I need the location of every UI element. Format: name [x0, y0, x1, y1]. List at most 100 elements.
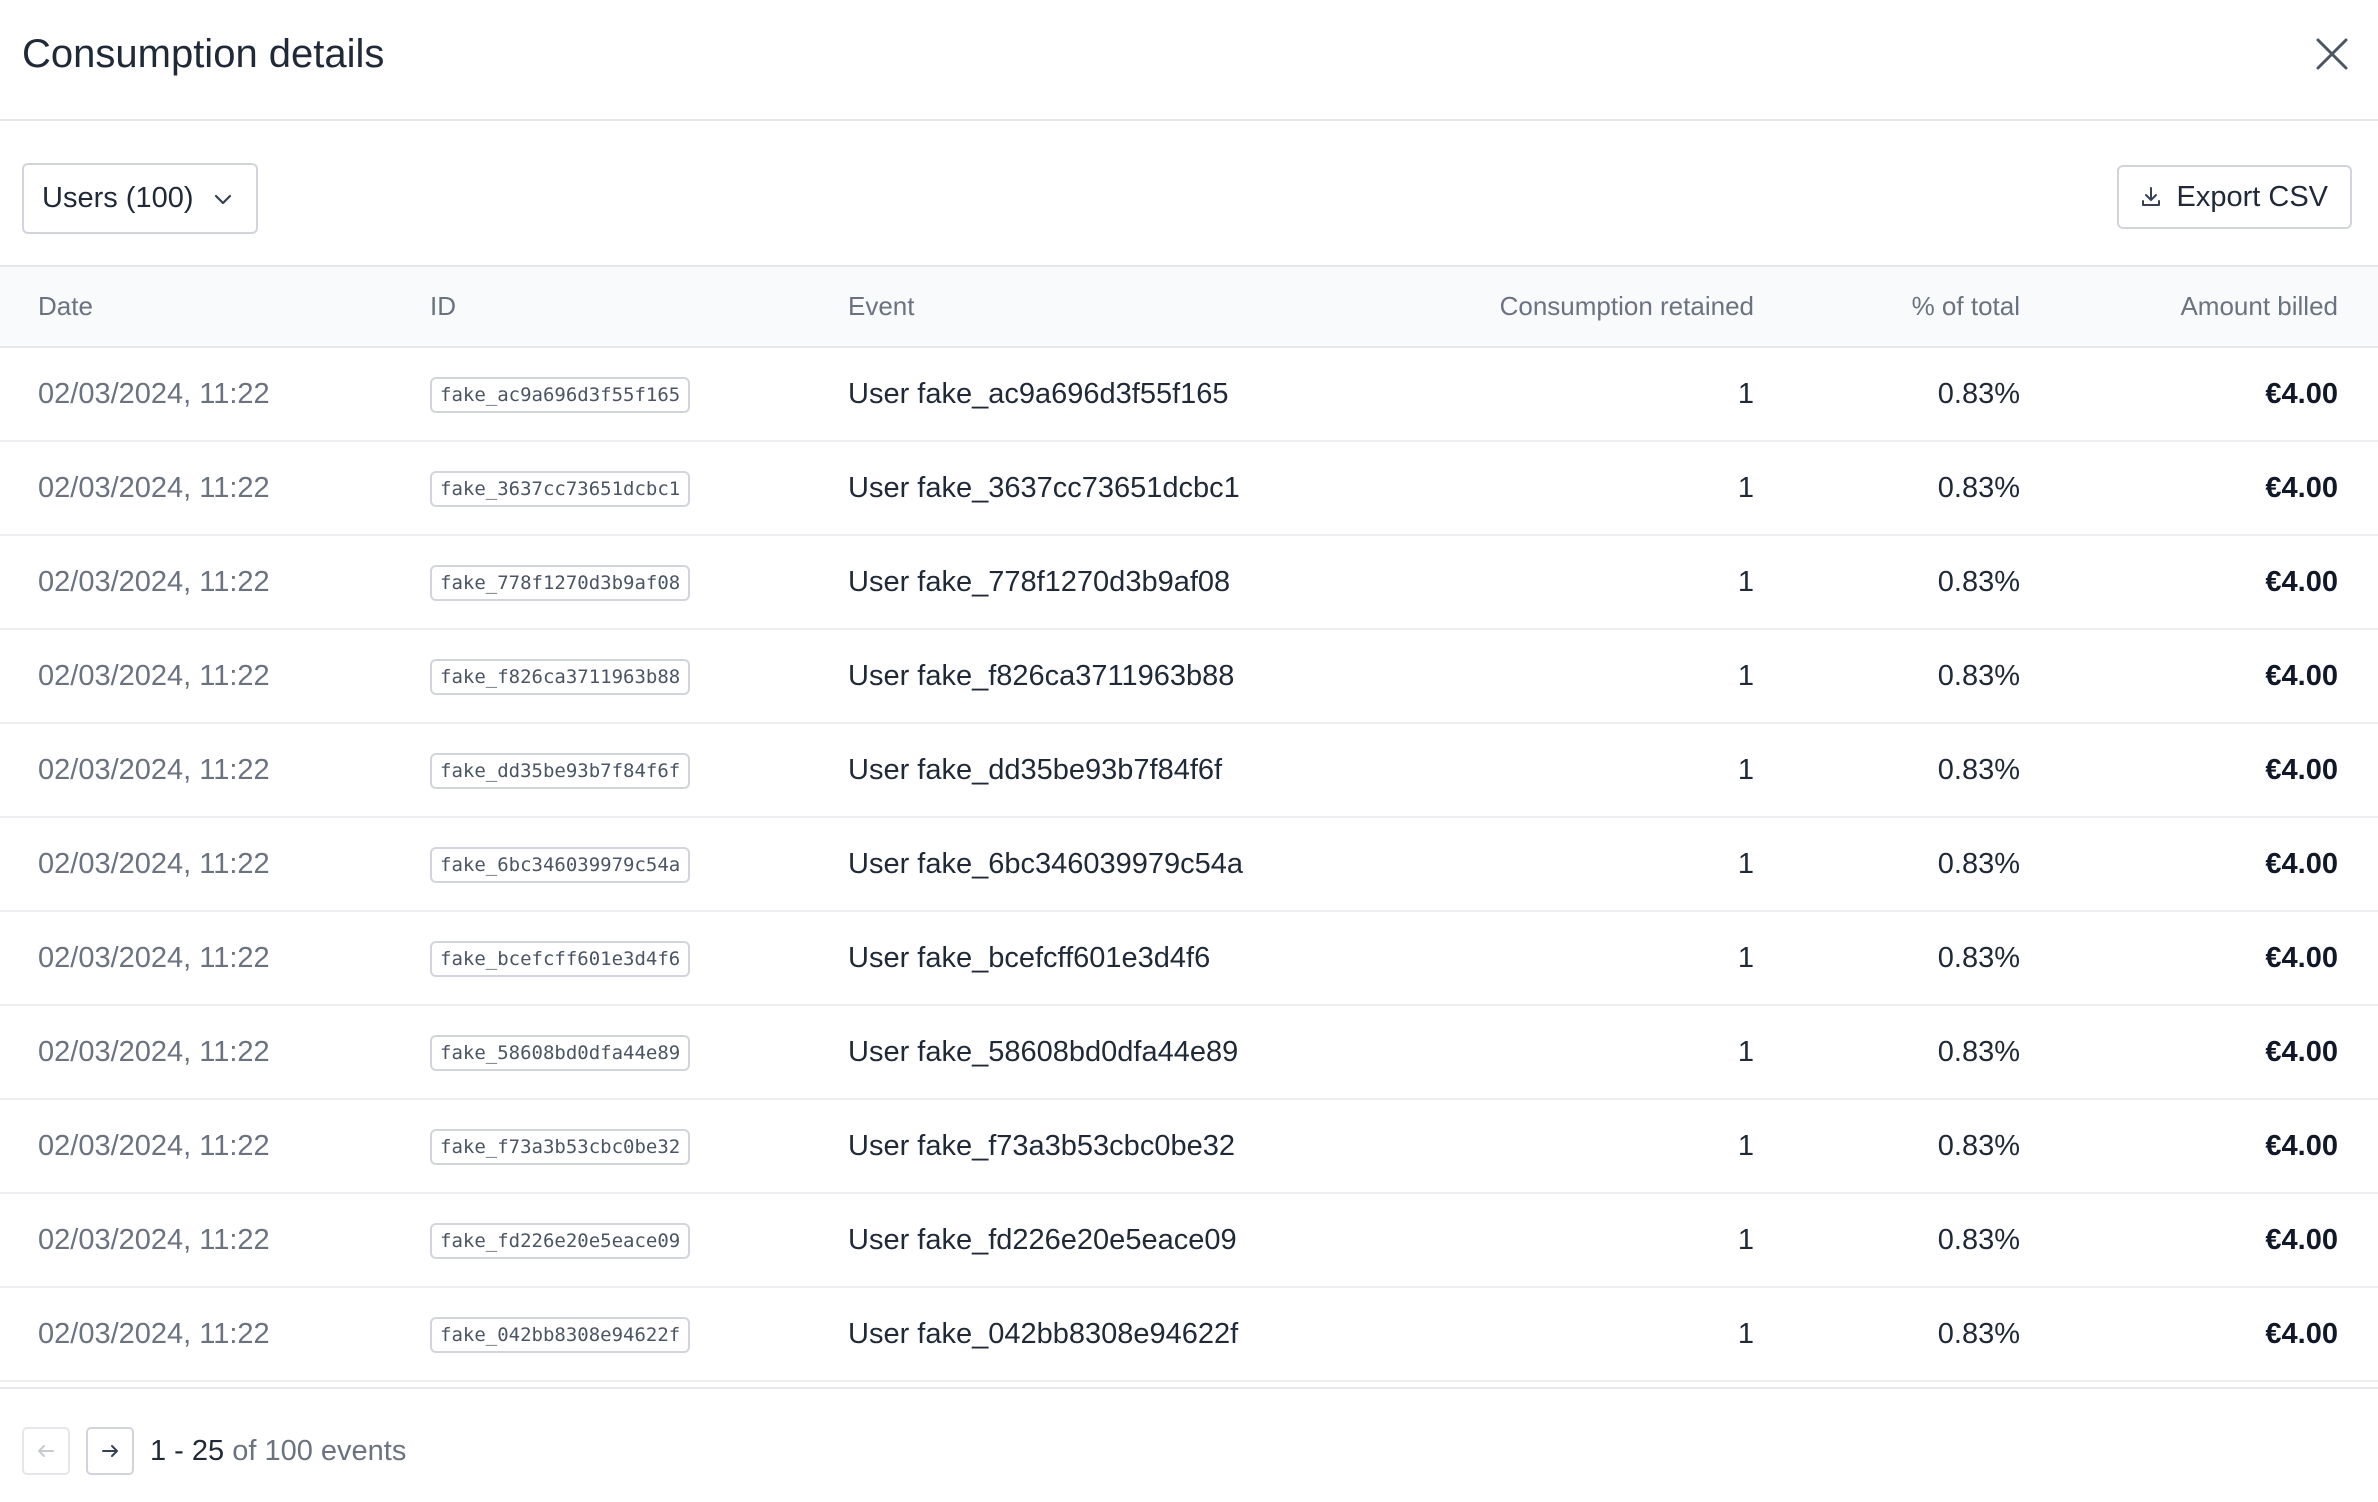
percent-cell: 0.83% — [1937, 377, 2020, 410]
date-cell: 02/03/2024, 11:22 — [38, 941, 270, 974]
table-row[interactable]: 02/03/2024, 11:22 fake_3637cc73651dcbc1 Us… — [0, 441, 2378, 535]
table-row[interactable]: 02/03/2024, 11:22 fake_6bc346039979c54a Us… — [0, 817, 2378, 911]
id-chip: fake_ac9a696d3f55f165 — [430, 376, 691, 413]
users-filter-dropdown[interactable]: Users (100) — [22, 163, 258, 234]
id-cell: fake_f826ca3711963b88 — [430, 629, 848, 723]
table-row[interactable]: 02/03/2024, 11:22 fake_042bb8308e94622f Us… — [0, 1287, 2378, 1381]
consumption-cell: 1 — [1737, 471, 1754, 504]
chevron-down-icon — [214, 194, 231, 204]
event-cell: User fake_f73a3b53cbc0be32 — [848, 1129, 1235, 1162]
download-icon — [2141, 187, 2160, 206]
arrow-right-icon — [102, 1445, 118, 1457]
previous-page-button[interactable] — [22, 1427, 70, 1475]
toolbar: Users (100) Export CSV — [0, 121, 2378, 267]
next-page-button[interactable] — [86, 1427, 134, 1475]
users-filter-label: Users (100) — [42, 182, 194, 214]
amount-cell: €4.00 — [2265, 753, 2338, 786]
percent-cell: 0.83% — [1937, 659, 2020, 692]
table-row[interactable]: 02/03/2024, 11:22 fake_f826ca3711963b88 Us… — [0, 629, 2378, 723]
column-header-event: Event — [848, 267, 1398, 348]
export-csv-label: Export CSV — [2176, 180, 2329, 213]
amount-cell: €4.00 — [2265, 1129, 2338, 1162]
column-header-date: Date — [0, 267, 430, 348]
date-cell: 02/03/2024, 11:22 — [38, 847, 270, 880]
amount-cell: €4.00 — [2265, 1035, 2338, 1068]
events-table-container[interactable]: Date ID Event Consumption retained % of … — [0, 265, 2378, 1387]
consumption-cell: 1 — [1737, 847, 1754, 880]
date-cell: 02/03/2024, 11:22 — [38, 1317, 270, 1350]
table-body: 02/03/2024, 11:22 fake_ac9a696d3f55f165 Us… — [0, 347, 2378, 1381]
consumption-cell: 1 — [1737, 1129, 1754, 1162]
amount-cell: €4.00 — [2265, 377, 2338, 410]
column-header-id: ID — [430, 267, 848, 348]
percent-cell: 0.83% — [1937, 1129, 2020, 1162]
event-cell: User fake_042bb8308e94622f — [848, 1317, 1239, 1350]
percent-cell: 0.83% — [1937, 847, 2020, 880]
id-cell: fake_ac9a696d3f55f165 — [430, 347, 848, 441]
close-icon — [2316, 38, 2348, 70]
table-row[interactable]: 02/03/2024, 11:22 fake_58608bd0dfa44e89 Us… — [0, 1005, 2378, 1099]
percent-cell: 0.83% — [1937, 1317, 2020, 1350]
amount-cell: €4.00 — [2265, 941, 2338, 974]
column-header-percent: % of total — [1754, 267, 2020, 348]
table-row[interactable]: 02/03/2024, 11:22 fake_778f1270d3b9af08 Us… — [0, 535, 2378, 629]
id-chip: fake_778f1270d3b9af08 — [430, 564, 691, 601]
table-row[interactable]: 02/03/2024, 11:22 fake_ac9a696d3f55f165 Us… — [0, 347, 2378, 441]
event-cell: User fake_bcefcff601e3d4f6 — [848, 941, 1211, 974]
consumption-cell: 1 — [1737, 659, 1754, 692]
consumption-cell: 1 — [1737, 1223, 1754, 1256]
percent-cell: 0.83% — [1937, 1223, 2020, 1256]
event-cell: User fake_58608bd0dfa44e89 — [848, 1035, 1239, 1068]
consumption-cell: 1 — [1737, 1035, 1754, 1068]
id-cell: fake_bcefcff601e3d4f6 — [430, 911, 848, 1005]
id-chip: fake_fd226e20e5eace09 — [430, 1222, 691, 1259]
date-cell: 02/03/2024, 11:22 — [38, 1035, 270, 1068]
date-cell: 02/03/2024, 11:22 — [38, 659, 270, 692]
dialog-header: Consumption details — [0, 0, 2378, 121]
table-row[interactable]: 02/03/2024, 11:22 fake_fd226e20e5eace09 Us… — [0, 1193, 2378, 1287]
consumption-cell: 1 — [1737, 753, 1754, 786]
percent-cell: 0.83% — [1937, 941, 2020, 974]
date-cell: 02/03/2024, 11:22 — [38, 377, 270, 410]
id-chip: fake_f73a3b53cbc0be32 — [430, 1128, 691, 1165]
consumption-details-dialog: Consumption details Users (100) Export C… — [0, 0, 2378, 1502]
events-table: Date ID Event Consumption retained % of … — [0, 267, 2378, 1382]
id-chip: fake_bcefcff601e3d4f6 — [430, 940, 691, 977]
percent-cell: 0.83% — [1937, 753, 2020, 786]
percent-cell: 0.83% — [1937, 565, 2020, 598]
id-chip: fake_58608bd0dfa44e89 — [430, 1034, 691, 1071]
id-cell: fake_dd35be93b7f84f6f — [430, 723, 848, 817]
pagination-total: of 100 events — [224, 1435, 407, 1467]
id-cell: fake_f73a3b53cbc0be32 — [430, 1099, 848, 1193]
id-chip: fake_6bc346039979c54a — [430, 846, 691, 883]
id-cell: fake_6bc346039979c54a — [430, 817, 848, 911]
consumption-cell: 1 — [1737, 377, 1754, 410]
id-chip: fake_f826ca3711963b88 — [430, 658, 691, 695]
table-row[interactable]: 02/03/2024, 11:22 fake_dd35be93b7f84f6f Us… — [0, 723, 2378, 817]
event-cell: User fake_dd35be93b7f84f6f — [848, 753, 1223, 786]
consumption-cell: 1 — [1737, 565, 1754, 598]
pagination-info: 1 - 25 of 100 events — [150, 1433, 406, 1469]
pagination-footer: 1 - 25 of 100 events — [0, 1387, 2378, 1502]
amount-cell: €4.00 — [2265, 1223, 2338, 1256]
table-header-row: Date ID Event Consumption retained % of … — [0, 267, 2378, 348]
id-cell: fake_58608bd0dfa44e89 — [430, 1005, 848, 1099]
event-cell: User fake_3637cc73651dcbc1 — [848, 471, 1240, 504]
percent-cell: 0.83% — [1937, 1035, 2020, 1068]
table-row[interactable]: 02/03/2024, 11:22 fake_bcefcff601e3d4f6 Us… — [0, 911, 2378, 1005]
amount-cell: €4.00 — [2265, 471, 2338, 504]
event-cell: User fake_ac9a696d3f55f165 — [848, 377, 1229, 410]
date-cell: 02/03/2024, 11:22 — [38, 565, 270, 598]
amount-cell: €4.00 — [2265, 659, 2338, 692]
id-chip: fake_042bb8308e94622f — [430, 1316, 691, 1353]
table-row[interactable]: 02/03/2024, 11:22 fake_f73a3b53cbc0be32 Us… — [0, 1099, 2378, 1193]
event-cell: User fake_778f1270d3b9af08 — [848, 565, 1231, 598]
export-csv-button[interactable]: Export CSV — [2116, 165, 2352, 229]
amount-cell: €4.00 — [2265, 565, 2338, 598]
date-cell: 02/03/2024, 11:22 — [38, 1223, 270, 1256]
id-cell: fake_fd226e20e5eace09 — [430, 1193, 848, 1287]
close-button[interactable] — [2308, 30, 2356, 78]
id-cell: fake_042bb8308e94622f — [430, 1287, 848, 1381]
event-cell: User fake_f826ca3711963b88 — [848, 659, 1235, 692]
consumption-cell: 1 — [1737, 1317, 1754, 1350]
